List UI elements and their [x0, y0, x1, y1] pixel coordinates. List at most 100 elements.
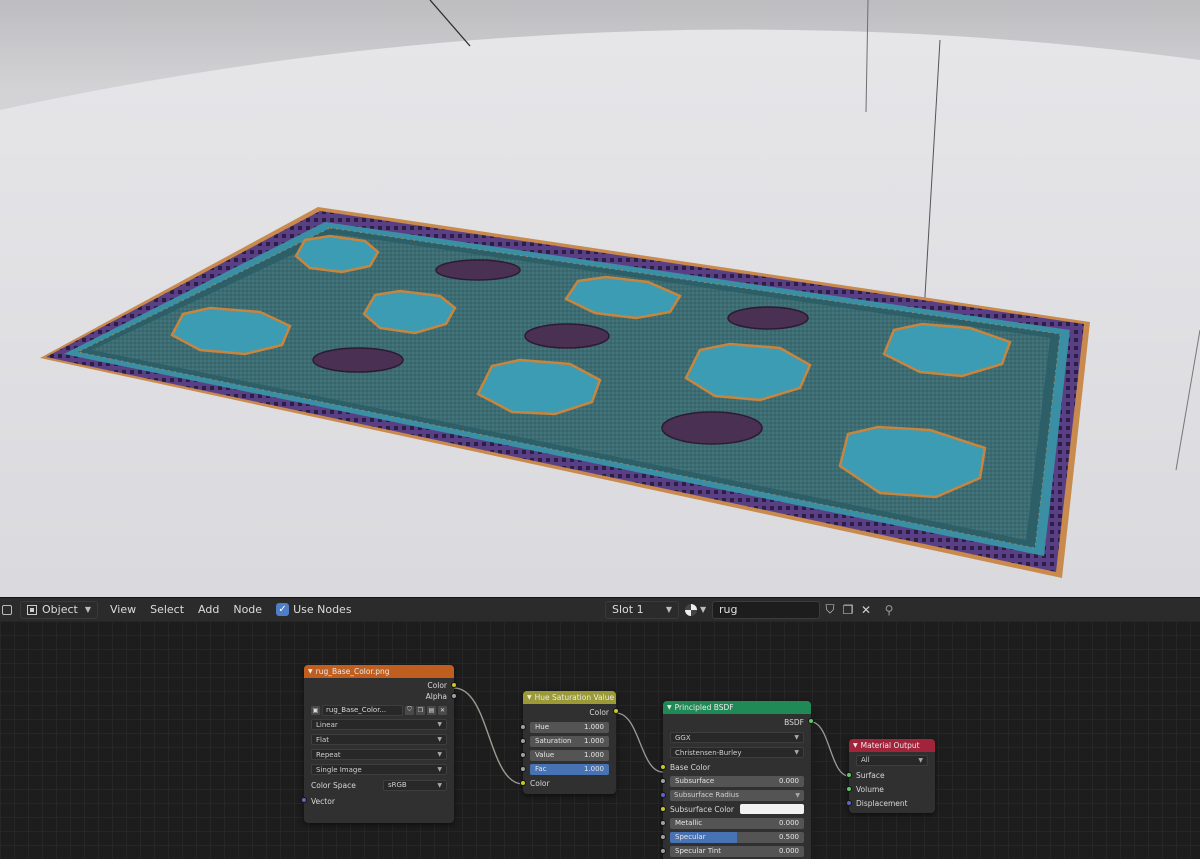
interpolation-dropdown[interactable]: Linear ▼: [311, 719, 447, 730]
chevron-down-icon: ▼: [437, 721, 442, 728]
subsurface-radius-dropdown[interactable]: Subsurface Radius ▼: [670, 789, 804, 801]
input-socket[interactable]: [660, 848, 666, 854]
input-surface: Surface: [846, 768, 935, 782]
node-principled-bsdf[interactable]: ▼ Principled BSDF BSDF GGX ▼ Christensen-…: [660, 701, 814, 859]
node-hue-saturation-value[interactable]: ▼ Hue Saturation Value Color Hue 1.000 Sa…: [520, 691, 619, 794]
input-socket[interactable]: [520, 766, 526, 772]
hue-slider[interactable]: Hue 1.000: [530, 721, 609, 733]
socket-label: Volume: [856, 784, 884, 794]
slider-label: Specular Tint: [675, 847, 722, 855]
input-socket[interactable]: [301, 797, 307, 803]
socket-label: Surface: [856, 770, 885, 780]
input-socket[interactable]: [660, 834, 666, 840]
output-socket[interactable]: [451, 682, 457, 688]
collapse-triangle-icon[interactable]: ▼: [667, 704, 672, 711]
duplicate-icon[interactable]: ❐: [416, 705, 425, 715]
menu-select[interactable]: Select: [144, 601, 190, 619]
color-space-dropdown[interactable]: sRGB ▼: [383, 779, 447, 791]
node-header[interactable]: ▼ Material Output: [849, 739, 935, 752]
material-sphere-icon: [685, 603, 697, 616]
input-socket[interactable]: [660, 820, 666, 826]
pin-icon[interactable]: ⚲: [880, 601, 898, 619]
input-socket[interactable]: [846, 772, 852, 778]
input-socket[interactable]: [660, 778, 666, 784]
node-title: Material Output: [860, 741, 920, 750]
material-name-field[interactable]: rug: [712, 600, 820, 619]
chevron-down-icon: ▼: [665, 605, 672, 614]
output-socket[interactable]: [451, 693, 457, 699]
node-image-texture[interactable]: ▼ rug_Base_Color.png Color Alpha ▣ rug_B…: [301, 665, 457, 823]
slider-label: Specular: [675, 833, 706, 841]
target-dropdown[interactable]: All ▼: [856, 754, 928, 766]
unlink-material-icon[interactable]: ✕: [857, 601, 875, 619]
chevron-down-icon: ▼: [84, 605, 91, 614]
slider-value: 0.000: [778, 777, 799, 785]
node-editor-header: Object ▼ View Select Add Node ✓ Use Node…: [0, 597, 1200, 621]
node-header[interactable]: ▼ rug_Base_Color.png: [304, 665, 454, 678]
input-fac: Fac 1.000: [520, 762, 616, 776]
input-vector: Vector: [301, 793, 454, 809]
extension-dropdown[interactable]: Repeat ▼: [311, 749, 447, 760]
node-editor-canvas[interactable]: ▼ rug_Base_Color.png Color Alpha ▣ rug_B…: [0, 621, 1200, 859]
node-material-output[interactable]: ▼ Material Output All ▼ Surface Volume Di…: [846, 739, 935, 813]
projection-dropdown[interactable]: Flat ▼: [311, 734, 447, 745]
slider-value: 0.000: [778, 819, 799, 827]
menu-add[interactable]: Add: [192, 601, 225, 619]
input-socket[interactable]: [660, 806, 666, 812]
output-socket[interactable]: [808, 718, 814, 724]
chevron-down-icon: ▼: [918, 756, 923, 764]
specular-tint-slider[interactable]: Specular Tint 0.000: [670, 845, 804, 857]
image-name-field[interactable]: rug_Base_Color...: [322, 704, 403, 716]
3d-viewport[interactable]: [0, 0, 1200, 597]
fake-user-shield-icon[interactable]: ⛉: [821, 601, 839, 619]
saturation-slider[interactable]: Saturation 1.000: [530, 735, 609, 747]
material-browse-button[interactable]: ▼: [683, 601, 711, 619]
input-socket[interactable]: [846, 786, 852, 792]
input-socket[interactable]: [660, 792, 666, 798]
slot-dropdown[interactable]: Slot 1 ▼: [605, 600, 679, 619]
menu-node[interactable]: Node: [227, 601, 268, 619]
socket-label: BSDF: [784, 717, 804, 727]
dropdown-value: Christensen-Burley: [675, 748, 742, 757]
object-mode-dropdown[interactable]: Object ▼: [20, 600, 98, 619]
source-dropdown[interactable]: Single Image ▼: [311, 764, 447, 775]
collapse-triangle-icon[interactable]: ▼: [527, 694, 532, 701]
input-socket[interactable]: [846, 800, 852, 806]
collapse-triangle-icon[interactable]: ▼: [853, 742, 858, 749]
color-swatch[interactable]: [740, 804, 804, 814]
metallic-slider[interactable]: Metallic 0.000: [670, 817, 804, 829]
subsurface-method-dropdown[interactable]: Christensen-Burley ▼: [670, 747, 804, 758]
dropdown-value: Repeat: [316, 750, 341, 759]
slider-value: 1.000: [583, 737, 604, 745]
use-nodes-label: Use Nodes: [293, 603, 352, 616]
image-icon[interactable]: ▣: [311, 705, 320, 715]
subsurface-slider[interactable]: Subsurface 0.000: [670, 775, 804, 787]
slider-label: Metallic: [675, 819, 703, 827]
input-socket[interactable]: [660, 764, 666, 770]
input-socket[interactable]: [520, 738, 526, 744]
slider-value: 0.500: [778, 833, 799, 841]
input-socket[interactable]: [520, 752, 526, 758]
specular-slider[interactable]: Specular 0.500: [670, 831, 804, 843]
use-nodes-toggle[interactable]: ✓ Use Nodes: [270, 601, 358, 619]
menu-view[interactable]: View: [104, 601, 142, 619]
input-socket[interactable]: [520, 780, 526, 786]
distribution-dropdown[interactable]: GGX ▼: [670, 732, 804, 743]
input-volume: Volume: [846, 782, 935, 796]
fake-user-icon[interactable]: ⛉: [405, 705, 414, 715]
close-icon[interactable]: ✕: [438, 705, 447, 715]
node-header[interactable]: ▼ Hue Saturation Value: [523, 691, 616, 704]
viewport-scene: [0, 0, 1200, 597]
open-folder-icon[interactable]: ▤: [427, 705, 436, 715]
duplicate-material-icon[interactable]: ❐: [839, 601, 857, 619]
fac-slider[interactable]: Fac 1.000: [530, 763, 609, 775]
slider-label: Value: [535, 751, 555, 759]
slider-value: 1.000: [583, 751, 604, 759]
collapse-triangle-icon[interactable]: ▼: [308, 668, 313, 675]
chevron-down-icon: ▼: [794, 734, 799, 741]
input-socket[interactable]: [520, 724, 526, 730]
value-slider[interactable]: Value 1.000: [530, 749, 609, 761]
output-socket[interactable]: [613, 708, 619, 714]
node-header[interactable]: ▼ Principled BSDF: [663, 701, 811, 714]
editor-type-selector[interactable]: [0, 601, 18, 619]
